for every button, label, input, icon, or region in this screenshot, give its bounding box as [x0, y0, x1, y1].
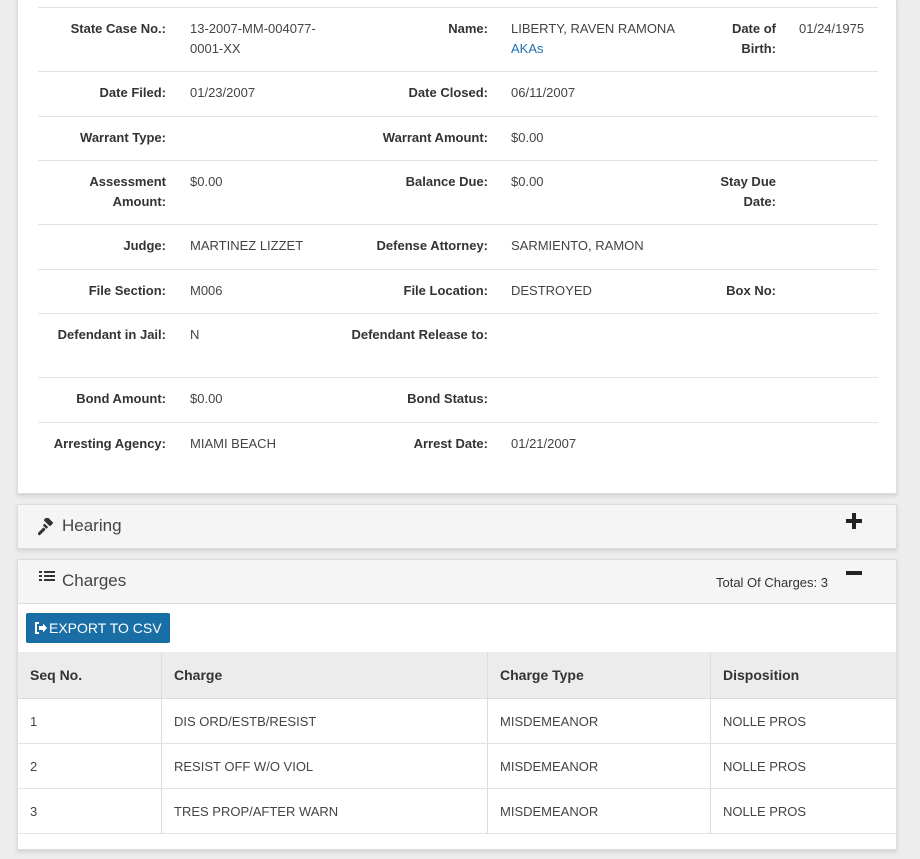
- table-row: 1 DIS ORD/ESTB/RESIST MISDEMEANOR NOLLE …: [18, 698, 896, 744]
- balance-due-value: $0.00: [511, 174, 544, 189]
- hearing-panel: Hearing: [17, 504, 897, 549]
- warrant-amount-label: Warrant Amount:: [382, 130, 488, 145]
- table-row: 3 TRES PROP/AFTER WARN MISDEMEANOR NOLLE…: [18, 788, 896, 834]
- plus-icon[interactable]: [845, 512, 863, 530]
- name-value: LIBERTY, RAVEN RAMONA: [511, 21, 675, 36]
- gavel-icon: [38, 518, 54, 536]
- bond-amount-value: $0.00: [190, 391, 223, 406]
- total-charges: Total Of Charges: 3: [716, 575, 828, 590]
- charge-type-cell: MISDEMEANOR: [487, 698, 711, 744]
- defendant-in-jail-label: Defendant in Jail:: [57, 327, 166, 342]
- judge-label: Judge:: [123, 238, 166, 253]
- disposition-cell: NOLLE PROS: [710, 743, 896, 789]
- export-csv-button[interactable]: EXPORT TO CSV: [26, 613, 170, 643]
- judge-value: MARTINEZ LIZZET: [190, 238, 304, 253]
- charges-panel: Charges Total Of Charges: 3 EXPORT TO CS…: [17, 559, 897, 850]
- date-closed-label: Date Closed:: [408, 85, 488, 100]
- date-closed-value: 06/11/2007: [511, 85, 576, 100]
- minus-icon[interactable]: [845, 568, 863, 578]
- case-row-judge: Judge: MARTINEZ LIZZET Defense Attorney:…: [38, 224, 878, 269]
- date-filed-value: 01/23/2007: [190, 85, 256, 100]
- charge-cell: TRES PROP/AFTER WARN: [161, 788, 488, 834]
- disposition-cell: NOLLE PROS: [710, 698, 896, 744]
- defendant-in-jail-value: N: [190, 327, 200, 342]
- case-row-bond: Bond Amount: $0.00 Bond Status:: [38, 377, 878, 422]
- name-label: Name:: [448, 21, 488, 36]
- file-section-label: File Section:: [88, 283, 166, 298]
- defense-attorney-value: SARMIENTO, RAMON: [511, 238, 644, 253]
- case-row-file: File Section: M006 File Location: DESTRO…: [38, 269, 878, 313]
- case-row-assessment: Assessment Amount: $0.00 Balance Due: $0…: [38, 160, 878, 224]
- list-icon: [39, 571, 55, 581]
- dob-label: Date of Birth:: [731, 21, 776, 56]
- disposition-cell: NOLLE PROS: [710, 788, 896, 834]
- file-section-value: M006: [190, 283, 223, 298]
- arresting-agency-value: MIAMI BEACH: [190, 436, 276, 451]
- case-row-jail: Defendant in Jail: N Defendant Release t…: [38, 313, 878, 377]
- warrant-type-label: Warrant Type:: [80, 130, 166, 145]
- bond-amount-label: Bond Amount:: [76, 391, 166, 406]
- state-case-no-value: 13-2007-MM-004077-0001-XX: [190, 21, 316, 56]
- balance-due-label: Balance Due:: [405, 174, 488, 189]
- export-csv-label: EXPORT TO CSV: [49, 620, 162, 636]
- total-charges-count: 3: [820, 575, 828, 590]
- seq-cell: 3: [18, 788, 162, 834]
- file-location-value: DESTROYED: [511, 283, 592, 298]
- defendant-release-label: Defendant Release to:: [351, 327, 488, 342]
- charge-type-cell: MISDEMEANOR: [487, 743, 711, 789]
- hearing-panel-header[interactable]: Hearing: [18, 505, 896, 548]
- arrest-date-value: 01/21/2007: [511, 436, 577, 451]
- charge-cell: DIS ORD/ESTB/RESIST: [161, 698, 488, 744]
- case-row-dates: Date Filed: 01/23/2007 Date Closed: 06/1…: [38, 71, 878, 116]
- stay-due-date-label: Stay Due Date:: [720, 174, 776, 209]
- total-charges-label: Total Of Charges:: [715, 575, 818, 590]
- assessment-amount-label: Assessment Amount:: [89, 174, 166, 209]
- box-no-label: Box No:: [726, 283, 776, 298]
- charges-title: Charges: [62, 571, 127, 590]
- col-charge-type[interactable]: Charge Type: [487, 652, 711, 699]
- file-location-label: File Location:: [403, 283, 489, 298]
- state-case-no-label: State Case No.:: [70, 21, 166, 36]
- seq-cell: 1: [18, 698, 162, 744]
- defense-attorney-label: Defense Attorney:: [376, 238, 488, 253]
- charge-cell: RESIST OFF W/O VIOL: [161, 743, 488, 789]
- akas-link[interactable]: AKAs: [511, 39, 691, 59]
- seq-cell: 2: [18, 743, 162, 789]
- arresting-agency-label: Arresting Agency:: [53, 436, 166, 451]
- bond-status-label: Bond Status:: [407, 391, 488, 406]
- date-filed-label: Date Filed:: [99, 85, 166, 100]
- case-details-panel: State Case No.: 13-2007-MM-004077-0001-X…: [17, 0, 897, 494]
- charges-table: Seq No. Charge Charge Type Disposition 1…: [18, 652, 896, 834]
- sign-out-icon: [35, 622, 47, 634]
- charge-type-cell: MISDEMEANOR: [487, 788, 711, 834]
- warrant-amount-value: $0.00: [511, 130, 544, 145]
- col-disposition[interactable]: Disposition: [710, 652, 896, 699]
- assessment-amount-value: $0.00: [190, 174, 223, 189]
- case-row-identity: State Case No.: 13-2007-MM-004077-0001-X…: [38, 7, 878, 71]
- col-seq-no[interactable]: Seq No.: [18, 652, 162, 699]
- hearing-title: Hearing: [62, 516, 122, 535]
- col-charge[interactable]: Charge: [161, 652, 488, 699]
- case-row-warrant: Warrant Type: Warrant Amount: $0.00: [38, 116, 878, 160]
- charges-panel-header[interactable]: Charges Total Of Charges: 3: [18, 560, 896, 604]
- case-row-arrest: Arresting Agency: MIAMI BEACH Arrest Dat…: [38, 422, 878, 467]
- dob-value: 01/24/1975: [799, 21, 865, 36]
- arrest-date-label: Arrest Date:: [413, 436, 488, 451]
- charges-table-header: Seq No. Charge Charge Type Disposition: [18, 652, 896, 699]
- table-row: 2 RESIST OFF W/O VIOL MISDEMEANOR NOLLE …: [18, 743, 896, 789]
